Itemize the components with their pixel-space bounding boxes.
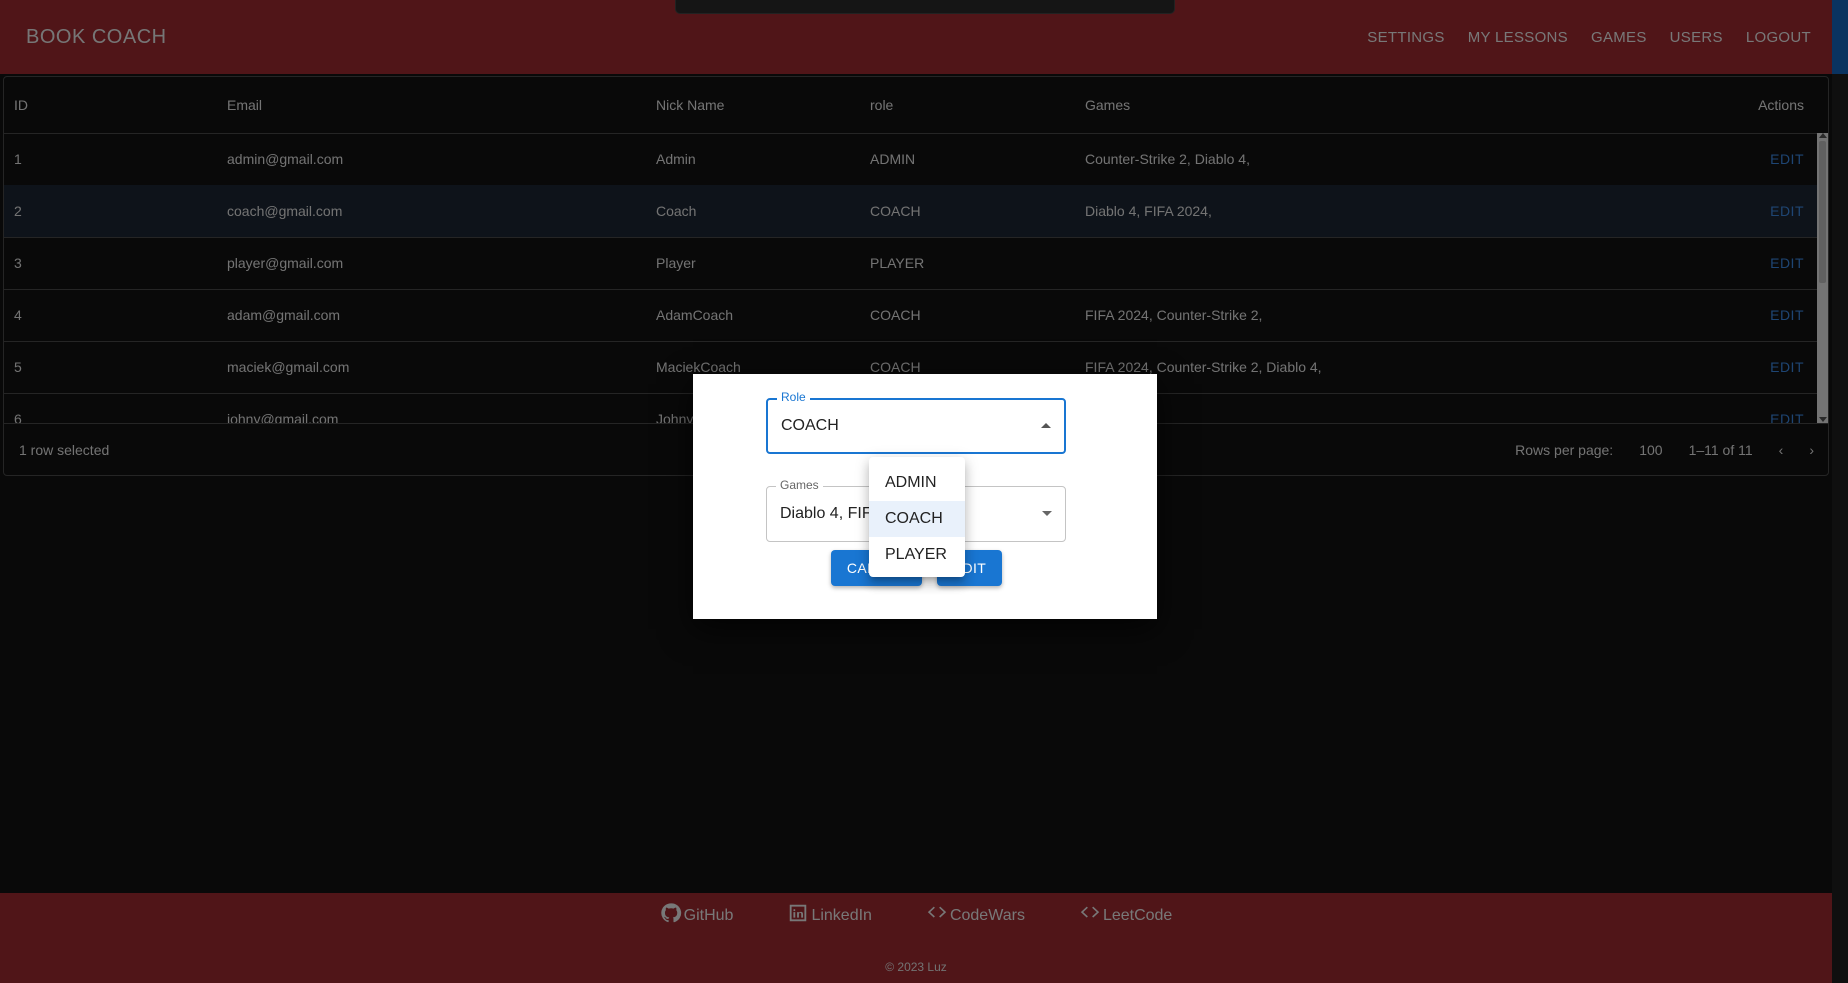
role-option-coach[interactable]: COACH [869, 501, 965, 537]
role-value: COACH [781, 417, 839, 434]
caret-up-icon [1041, 423, 1051, 428]
role-option-admin[interactable]: ADMIN [869, 465, 965, 501]
caret-down-icon [1042, 511, 1052, 516]
role-options-menu: ADMIN COACH PLAYER [869, 457, 965, 577]
role-option-player[interactable]: PLAYER [869, 537, 965, 573]
role-select[interactable]: Role COACH [766, 390, 1066, 454]
